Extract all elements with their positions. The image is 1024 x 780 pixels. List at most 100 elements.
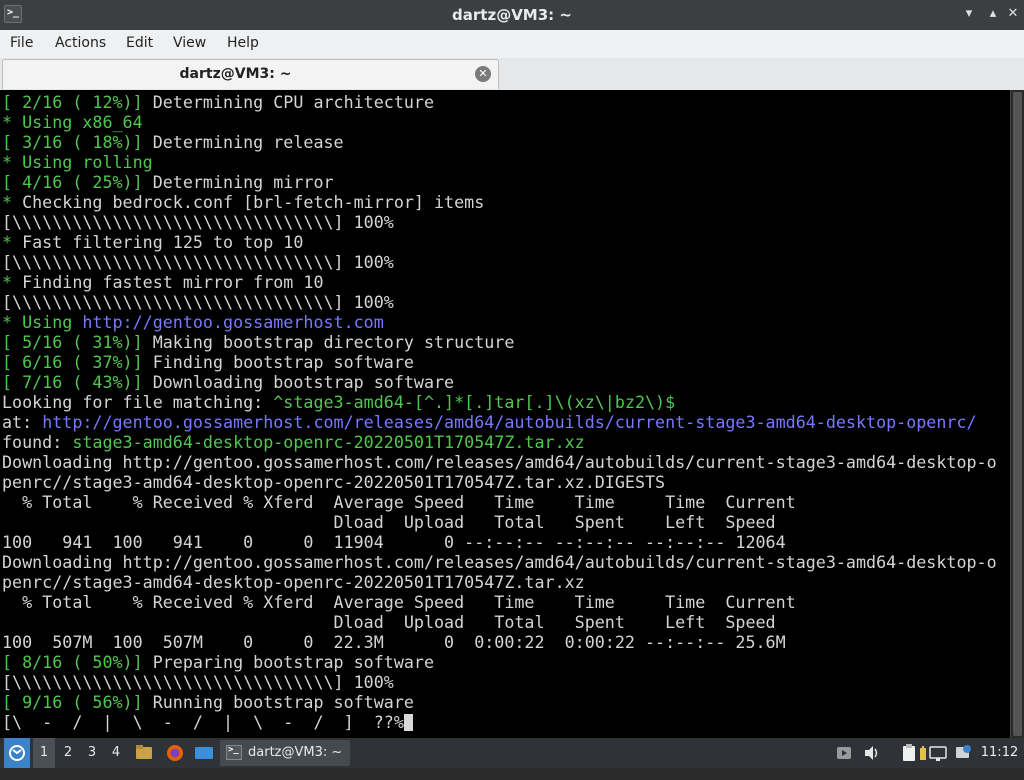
start-menu-icon[interactable]	[4, 738, 30, 768]
scrollbar-thumb[interactable]	[1013, 92, 1022, 736]
maximize-icon[interactable]: ▴	[984, 5, 1002, 23]
show-desktop-icon[interactable]	[193, 738, 215, 768]
media-player-icon[interactable]	[834, 738, 854, 768]
menu-help[interactable]: Help	[227, 35, 259, 51]
menu-bar: File Actions Edit View Help	[0, 30, 1024, 59]
terminal-line: Downloading http://gentoo.gossamerhost.c…	[2, 552, 997, 572]
terminal-text: [ 7/16 ( 43%)]	[2, 372, 143, 392]
terminal-text: 100 507M 100 507M 0 0 22.3M 0 0:00:22 0:…	[2, 632, 786, 652]
terminal-line: Downloading http://gentoo.gossamerhost.c…	[2, 452, 997, 472]
update-icon[interactable]	[954, 738, 972, 768]
terminal-line: [ 7/16 ( 43%)] Downloading bootstrap sof…	[2, 372, 454, 392]
restore-icon[interactable]: ▾	[960, 5, 978, 23]
clipboard-icon[interactable]	[900, 738, 918, 768]
battery-icon[interactable]	[918, 738, 928, 768]
terminal-text: Downloading bootstrap software	[142, 372, 455, 392]
terminal-line: [\\\\\\\\\\\\\\\\\\\\\\\\\\\\\\\\] 100%	[2, 672, 394, 692]
desktop-2[interactable]: 2	[57, 738, 79, 768]
desktop-4[interactable]: 4	[105, 738, 127, 768]
terminal-text: [ 6/16 ( 37%)]	[2, 352, 143, 372]
tab-close-icon[interactable]: ✕	[475, 66, 491, 82]
terminal-line: * Fast filtering 125 to top 10	[2, 232, 303, 252]
terminal-line: [ 6/16 ( 37%)] Finding bootstrap softwar…	[2, 352, 414, 372]
terminal-link[interactable]: http://gentoo.gossamerhost.com/releases/…	[42, 412, 976, 432]
terminal-text: Dload Upload Total Spent Left Speed	[2, 612, 776, 632]
terminal-line: * Finding fastest mirror from 10	[2, 272, 324, 292]
terminal-line: * Checking bedrock.conf [brl-fetch-mirro…	[2, 192, 484, 212]
terminal-text: x86_64	[82, 112, 143, 132]
terminal-text: [ 4/16 ( 25%)]	[2, 172, 143, 192]
terminal-text: found:	[2, 432, 73, 452]
terminal-output[interactable]: [ 2/16 ( 12%)] Determining CPU architect…	[0, 90, 1010, 738]
terminal-text: Finding bootstrap software	[142, 352, 414, 372]
terminal-line: * Using http://gentoo.gossamerhost.com	[2, 312, 384, 332]
terminal-line: [\\\\\\\\\\\\\\\\\\\\\\\\\\\\\\\\] 100%	[2, 252, 394, 272]
terminal-text: penrc//stage3-amd64-desktop-openrc-20220…	[2, 572, 585, 592]
terminal-text: [ 9/16 ( 56%)]	[2, 692, 143, 712]
terminal-text: [\\\\\\\\\\\\\\\\\\\\\\\\\\\\\\\\] 100%	[2, 292, 394, 312]
terminal-line: Looking for file matching: ^stage3-amd64…	[2, 392, 675, 412]
terminal-line: 100 941 100 941 0 0 11904 0 --:--:-- --:…	[2, 532, 786, 552]
terminal-text: [ 5/16 ( 31%)]	[2, 332, 143, 352]
taskbar: 1 2 3 4 >_ dartz@VM3: ~ 11:12	[0, 738, 1024, 768]
terminal-line: * Using rolling	[2, 152, 153, 172]
terminal-text: % Total % Received % Xferd Average Speed…	[2, 492, 796, 512]
terminal-line: at: http://gentoo.gossamerhost.com/relea…	[2, 412, 977, 432]
terminal-text: Downloading http://gentoo.gossamerhost.c…	[2, 552, 997, 572]
terminal-text: * Using	[2, 152, 83, 172]
terminal-text: Preparing bootstrap software	[142, 652, 435, 672]
terminal-line: [ 5/16 ( 31%)] Making bootstrap director…	[2, 332, 514, 352]
terminal-text: *	[2, 192, 13, 212]
tab-title: dartz@VM3: ~	[179, 66, 292, 82]
terminal-text: * Using	[2, 312, 83, 332]
terminal-text: % Total % Received % Xferd Average Speed…	[2, 592, 796, 612]
terminal-text: [\\\\\\\\\\\\\\\\\\\\\\\\\\\\\\\\] 100%	[2, 672, 394, 692]
menu-view[interactable]: View	[173, 35, 206, 51]
firefox-icon[interactable]	[163, 738, 187, 768]
volume-icon[interactable]	[862, 738, 882, 768]
terminal-text: Finding fastest mirror from 10	[12, 272, 324, 292]
network-icon[interactable]	[928, 738, 948, 768]
menu-edit[interactable]: Edit	[126, 35, 153, 51]
terminal-line: [ 8/16 ( 50%)] Preparing bootstrap softw…	[2, 652, 434, 672]
terminal-task-icon: >_	[226, 745, 242, 760]
terminal-text: at:	[2, 412, 43, 432]
close-icon[interactable]: ✕	[1004, 5, 1022, 23]
terminal-link[interactable]: http://gentoo.gossamerhost.com	[82, 312, 383, 332]
terminal-line: Dload Upload Total Spent Left Speed	[2, 512, 776, 532]
window-title: dartz@VM3: ~	[452, 6, 572, 24]
terminal-text: Running bootstrap software	[142, 692, 414, 712]
terminal-line: % Total % Received % Xferd Average Speed…	[2, 592, 796, 612]
terminal-line: [ 3/16 ( 18%)] Determining release	[2, 132, 344, 152]
tab-terminal[interactable]: dartz@VM3: ~ ✕	[2, 59, 499, 89]
terminal-text: Looking for file matching:	[2, 392, 274, 412]
terminal-text: [ 2/16 ( 12%)]	[2, 92, 143, 112]
terminal-text: Fast filtering 125 to top 10	[12, 232, 304, 252]
menu-actions[interactable]: Actions	[55, 35, 106, 51]
terminal-line: [ 2/16 ( 12%)] Determining CPU architect…	[2, 92, 434, 112]
taskbar-task-terminal[interactable]: >_ dartz@VM3: ~	[220, 740, 350, 766]
terminal-text: [\\\\\\\\\\\\\\\\\\\\\\\\\\\\\\\\] 100%	[2, 252, 394, 272]
tab-bar: dartz@VM3: ~ ✕	[0, 58, 1024, 90]
terminal-text: rolling	[82, 152, 153, 172]
terminal-line: penrc//stage3-amd64-desktop-openrc-20220…	[2, 572, 585, 592]
menu-file[interactable]: File	[10, 35, 33, 51]
taskbar-task-title: dartz@VM3: ~	[248, 745, 343, 760]
terminal-text: penrc//stage3-amd64-desktop-openrc-20220…	[2, 472, 666, 492]
terminal-line: [\ - / | \ - / | \ - / ] ??%	[2, 712, 413, 732]
terminal-line: found: stage3-amd64-desktop-openrc-20220…	[2, 432, 585, 452]
terminal-scrollbar[interactable]	[1010, 90, 1024, 738]
terminal-cursor	[403, 714, 413, 731]
terminal-line: % Total % Received % Xferd Average Speed…	[2, 492, 796, 512]
taskbar-clock: 11:12	[980, 745, 1019, 760]
terminal-line: [ 4/16 ( 25%)] Determining mirror	[2, 172, 334, 192]
terminal-text: stage3-amd64-desktop-openrc-20220501T170…	[72, 432, 585, 452]
terminal-line: * Using x86_64	[2, 112, 143, 132]
terminal-text: Downloading http://gentoo.gossamerhost.c…	[2, 452, 997, 472]
terminal-line: Dload Upload Total Spent Left Speed	[2, 612, 776, 632]
desktop-3[interactable]: 3	[81, 738, 103, 768]
file-manager-icon[interactable]	[133, 738, 155, 768]
desktop-1[interactable]: 1	[33, 738, 55, 768]
window-titlebar[interactable]: >_ dartz@VM3: ~ ▾ ▴ ✕	[0, 0, 1024, 30]
terminal-text: Dload Upload Total Spent Left Speed	[2, 512, 776, 532]
